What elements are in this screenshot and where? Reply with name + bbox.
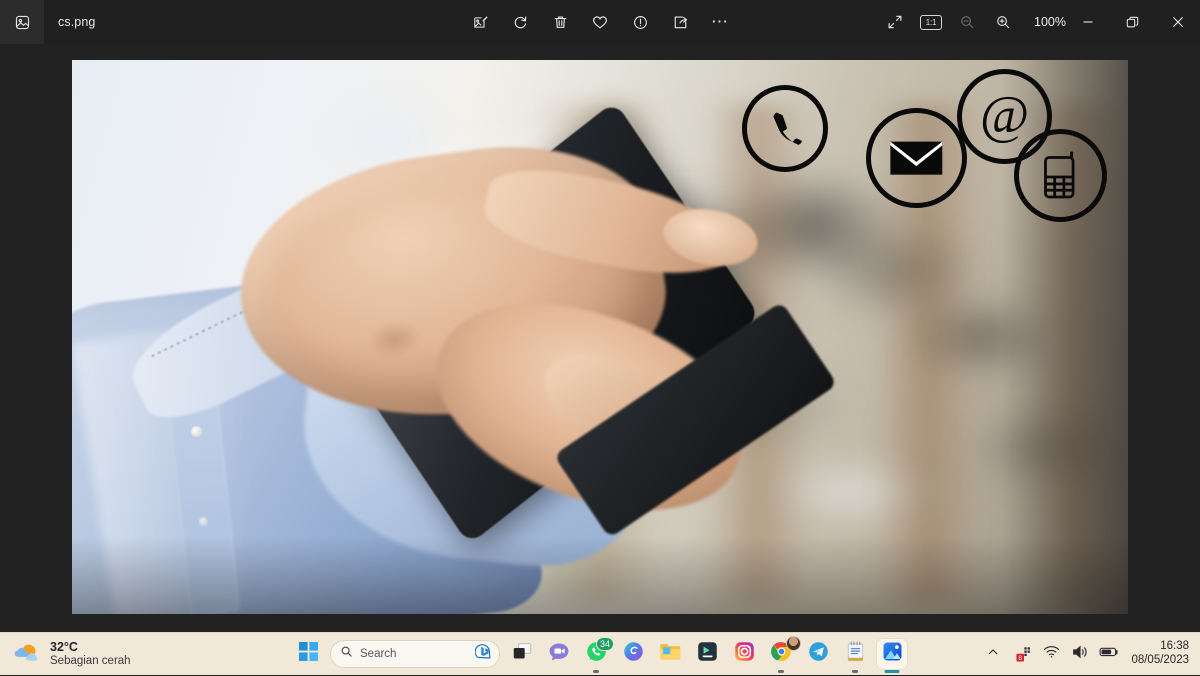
fullscreen-button[interactable] [880,7,910,37]
clock[interactable]: 16:38 08/05/2023 [1131,640,1189,668]
telegram-button[interactable] [803,639,833,669]
windows-logo-icon [299,642,318,666]
file-name-label: cs.png [44,0,109,44]
whatsapp-badge: 34 [596,637,614,651]
zoom-in-icon [995,14,1011,30]
envelope-glyph [888,130,945,186]
close-icon [1172,16,1184,28]
more-options-button[interactable]: ⋯ [705,7,735,37]
ellipsis-icon: ⋯ [711,16,729,28]
zoom-out-button[interactable] [952,7,982,37]
copilot-button[interactable] [618,639,648,669]
svg-text:@: @ [980,86,1029,145]
chrome-profile-avatar [786,636,801,651]
task-view-button[interactable] [507,639,537,669]
chat-button[interactable] [544,639,574,669]
svg-text:8: 8 [1018,655,1022,662]
share-icon [672,14,689,31]
show-hidden-icons-button[interactable] [983,644,1003,664]
rotate-button[interactable] [505,7,535,37]
delete-button[interactable] [545,7,575,37]
telegram-icon [808,641,829,667]
mobile-phone-glyph [1037,149,1083,200]
actual-size-button[interactable]: 1:1 [916,7,946,37]
photo-image[interactable]: @ [72,60,1128,614]
photos-icon [882,641,903,667]
taskbar: 32°C Sebagian cerah Search [0,632,1200,675]
running-indicator [852,670,858,673]
search-placeholder: Search [360,648,468,660]
expand-arrows-icon [887,14,903,30]
view-controls: 1:1 100% [880,0,1068,44]
clock-date: 08/05/2023 [1131,654,1189,668]
image-canvas[interactable]: @ [0,44,1200,632]
edit-image-icon [472,14,489,31]
instagram-button[interactable] [729,639,759,669]
restore-icon [1126,16,1139,29]
one-to-one-icon: 1:1 [920,15,942,30]
clock-time: 16:38 [1131,640,1189,654]
favorite-button[interactable] [585,7,615,37]
folder-icon [659,642,681,666]
instagram-icon [734,641,755,667]
task-view-icon [512,642,533,666]
copilot-icon [623,641,644,667]
rotate-icon [512,14,529,31]
chat-video-icon [548,642,570,667]
whatsapp-button[interactable]: 34 [581,639,611,669]
bing-chat-icon[interactable] [475,643,492,665]
restore-button[interactable] [1110,0,1155,44]
title-bar: cs.png [0,0,1200,44]
video-editor-button[interactable] [692,639,722,669]
battery-icon [1099,645,1119,663]
active-app-indicator [885,670,900,673]
tab-strip: cs.png [0,0,109,44]
photos-app-window: cs.png [0,0,1200,632]
minimize-button[interactable] [1065,0,1110,44]
file-explorer-button[interactable] [655,639,685,669]
start-button[interactable] [293,639,323,669]
heart-icon [591,13,609,31]
edit-image-button[interactable] [465,7,495,37]
running-indicator [778,670,784,673]
wifi-button[interactable] [1041,644,1061,664]
system-tray: 8 [983,633,1200,676]
photo-tab[interactable] [0,0,44,44]
battery-button[interactable] [1099,644,1119,664]
chrome-button[interactable] [766,639,796,669]
speaker-icon [1072,644,1089,665]
volume-button[interactable] [1070,644,1090,664]
window-controls [1065,0,1200,44]
at-sign-glyph: @ [974,86,1035,147]
share-button[interactable] [665,7,695,37]
wifi-icon [1043,644,1060,664]
notepad-button[interactable] [840,639,870,669]
notepad-icon [846,641,865,667]
video-editor-icon [697,641,718,667]
red-app-icon[interactable]: 8 [1012,644,1032,664]
zoom-out-icon [959,14,975,30]
search-icon [340,645,353,663]
running-indicator [593,670,599,673]
mobile-phone-icon [1014,129,1107,222]
envelope-icon [866,108,967,209]
zoom-level-label: 100% [1034,15,1066,29]
chevron-up-icon [987,645,999,663]
info-button[interactable] [625,7,655,37]
photos-button[interactable] [877,639,907,669]
telephone-icon [742,85,829,172]
telephone-glyph [763,107,807,152]
trash-icon [552,14,569,31]
close-button[interactable] [1155,0,1200,44]
zoom-in-button[interactable] [988,7,1018,37]
search-input[interactable]: Search [330,640,500,668]
info-icon [632,14,649,31]
minimize-icon [1082,16,1094,28]
photo-icon [14,14,31,31]
